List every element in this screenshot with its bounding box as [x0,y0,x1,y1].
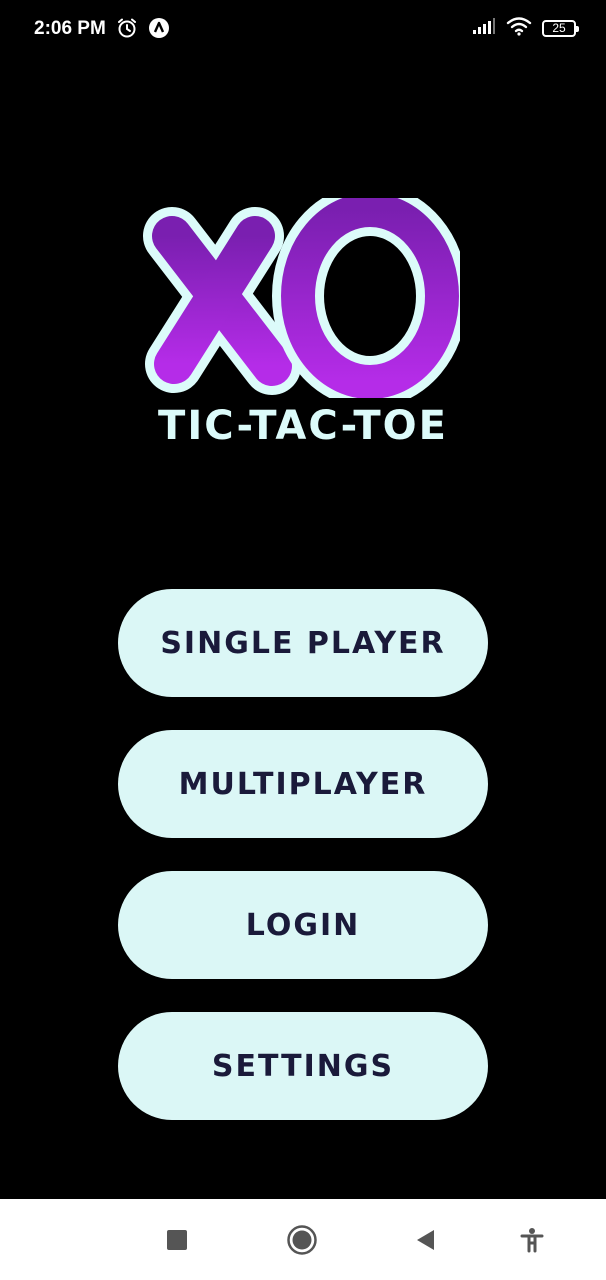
settings-button[interactable]: SETTINGS [118,1012,488,1120]
alarm-icon [116,17,138,43]
single-player-button[interactable]: SINGLE PLAYER [118,589,488,697]
multiplayer-button[interactable]: MULTIPLAYER [118,730,488,838]
status-right-icons: 25 [472,16,579,40]
home-circle-icon[interactable] [285,1223,319,1257]
back-triangle-icon[interactable] [408,1223,442,1257]
app-logo [140,184,468,408]
navigation-bar [0,1199,606,1280]
wifi-icon [506,16,532,40]
accessibility-icon[interactable] [515,1223,549,1257]
status-bar: 2:06 PM 25 [0,0,606,60]
logo-subtitle: TIC-TAC-TOE [158,403,448,449]
main-menu: SINGLE PLAYER MULTIPLAYER LOGIN SETTINGS [118,589,488,1153]
battery-level: 25 [552,21,566,35]
signal-icon [472,17,496,39]
screen: 2:06 PM 25 TIC-TAC-TOE SINGLE PLAYER MUL… [0,0,606,1280]
login-button[interactable]: LOGIN [118,871,488,979]
status-time: 2:06 PM [34,18,106,39]
battery-icon: 25 [542,19,579,37]
status-left-icons [116,17,170,43]
app-notification-icon [148,17,170,43]
recents-square-icon[interactable] [160,1223,194,1257]
